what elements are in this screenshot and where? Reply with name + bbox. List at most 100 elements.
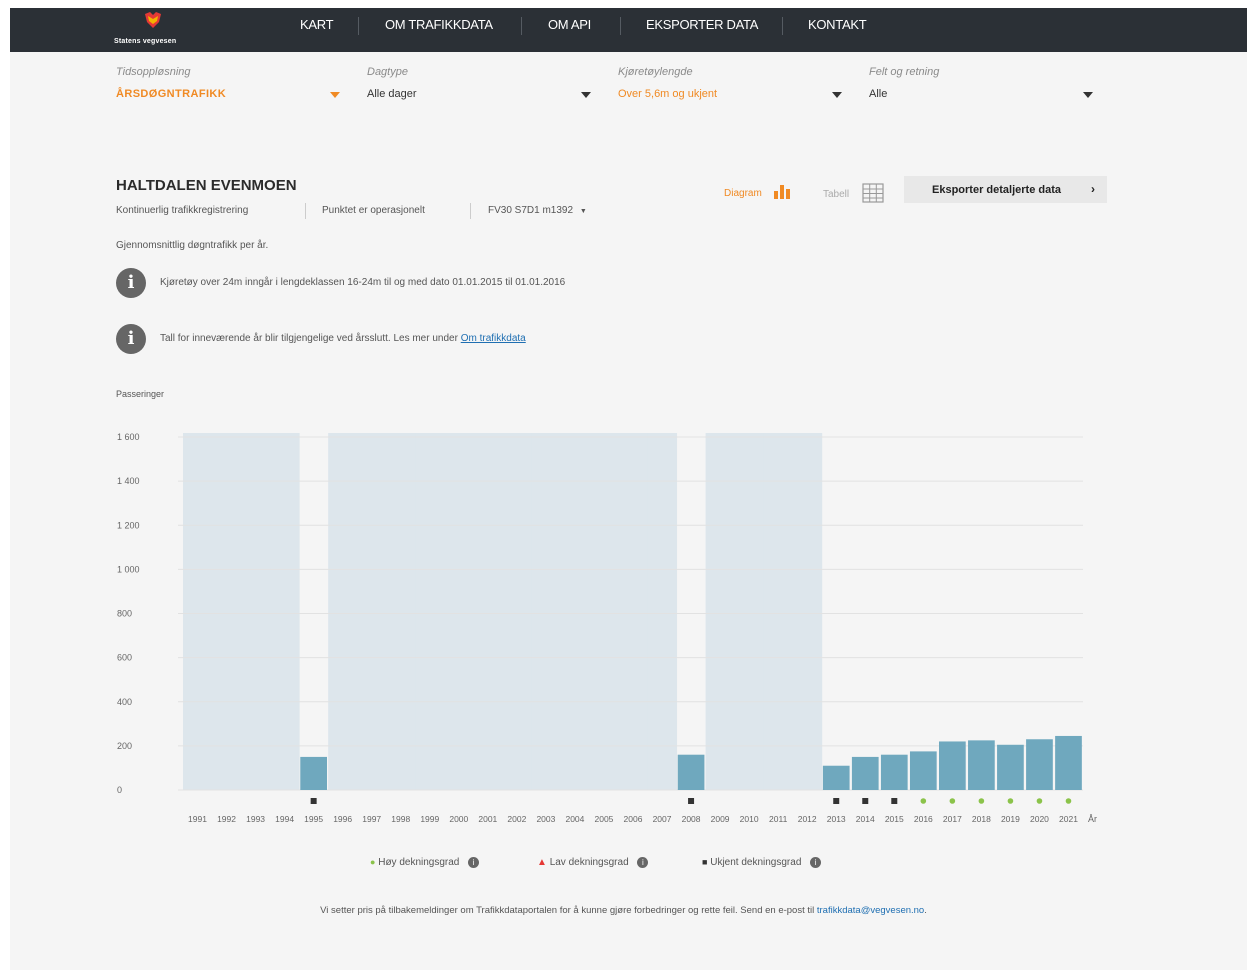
missing-data-region [415,433,445,790]
x-tick-label: 2009 [711,814,730,824]
y-tick-label: 0 [117,785,122,795]
coverage-marker-high [949,798,956,804]
x-tick-label: 2002 [507,814,526,824]
x-axis-title: År [1088,814,1097,824]
traffic-bar-chart: 1 6001 4001 2001 00080060040020001991 199… [117,432,1097,824]
coverage-marker-high [920,798,927,804]
y-tick-label: 600 [117,653,132,663]
coverage-marker-unknown [891,798,898,804]
bar [677,754,705,790]
info-icon[interactable]: i [637,857,649,868]
x-tick-label: 2003 [536,814,555,824]
square-icon: ■ [702,857,708,867]
y-tick-label: 1 600 [117,432,140,442]
info-icon[interactable]: i [810,857,822,868]
missing-data-region [183,433,213,790]
bar [300,756,327,790]
missing-data-region [212,433,242,790]
bar [939,741,966,790]
circle-icon: ● [370,857,376,867]
missing-data-region [357,433,387,790]
x-tick-label: 2016 [914,814,933,824]
missing-data-region [734,433,765,790]
feedback-end: . [924,905,927,916]
x-tick-label: 2020 [1030,814,1049,824]
missing-data-region [531,433,561,790]
feedback-note: Vi setter pris på tilbakemeldinger om Tr… [0,905,1247,916]
legend-label: Lav dekningsgrad [549,857,629,868]
x-tick-label: 1996 [333,814,352,824]
missing-data-region [763,433,794,790]
x-tick-label: 2000 [449,814,468,824]
y-tick-label: 400 [117,697,132,707]
x-tick-label: 2017 [943,814,962,824]
coverage-marker-high [1036,798,1043,804]
feedback-email-link[interactable]: trafikkdata@vegvesen.no [817,905,924,916]
x-tick-label: 2006 [624,814,643,824]
x-tick-label: 2019 [1001,814,1020,824]
coverage-marker-high [978,798,985,804]
info-icon[interactable]: i [468,857,480,868]
x-tick-label: 2008 [682,814,701,824]
coverage-marker-unknown [862,798,869,804]
missing-data-region [328,433,358,790]
triangle-icon: ▲ [537,857,547,868]
x-tick-label: 2005 [595,814,614,824]
y-tick-label: 200 [117,741,132,751]
x-tick-label: 2001 [478,814,497,824]
coverage-marker-unknown [833,798,840,804]
y-tick-label: 1 400 [117,476,140,486]
bar [968,740,995,790]
x-tick-label: 2012 [798,814,817,824]
bar [997,744,1024,790]
missing-data-region [502,433,532,790]
legend-label: Høy dekningsgrad [378,857,460,868]
legend-low-coverage: ▲ Lav dekningsgrad i [537,857,649,868]
x-tick-label: 1999 [420,814,439,824]
missing-data-region [618,433,649,790]
y-tick-label: 1 000 [117,564,140,574]
x-tick-label: 1993 [246,814,265,824]
x-tick-label: 1998 [391,814,410,824]
missing-data-region [589,433,619,790]
coverage-marker-unknown [688,798,695,804]
missing-data-region [473,433,503,790]
x-tick-label: 2018 [972,814,991,824]
legend-label: Ukjent dekningsgrad [710,857,802,868]
bar [851,756,879,790]
x-tick-label: 1992 [217,814,236,824]
y-tick-label: 1 200 [117,520,140,530]
x-tick-label: 1991 [188,814,207,824]
missing-data-region [270,433,300,790]
missing-data-region [647,433,678,790]
bar [1026,739,1053,790]
coverage-marker-high [1007,798,1014,804]
x-tick-label: 1997 [362,814,381,824]
x-tick-label: 1994 [275,814,294,824]
x-tick-label: 1995 [304,814,323,824]
missing-data-region [444,433,474,790]
bar [822,765,850,790]
x-tick-label: 2021 [1059,814,1078,824]
missing-data-region [792,433,823,790]
x-tick-label: 2010 [740,814,759,824]
feedback-text: Vi setter pris på tilbakemeldinger om Tr… [320,905,817,916]
bar [909,751,937,790]
x-tick-label: 2014 [856,814,875,824]
legend-high-coverage: ● Høy dekningsgrad i [370,857,480,868]
missing-data-region [705,433,736,790]
missing-data-region [386,433,416,790]
coverage-marker-unknown [310,798,317,804]
coverage-marker-high [1065,798,1072,804]
bar [880,754,908,790]
legend-unknown-coverage: ■ Ukjent dekningsgrad i [702,857,822,868]
missing-data-region [560,433,590,790]
y-tick-label: 800 [117,609,132,619]
x-tick-label: 2011 [769,814,788,824]
bar [1055,735,1082,790]
x-tick-label: 2015 [885,814,904,824]
missing-data-region [241,433,271,790]
x-tick-label: 2013 [827,814,846,824]
x-tick-label: 2007 [653,814,672,824]
x-tick-label: 2004 [565,814,584,824]
